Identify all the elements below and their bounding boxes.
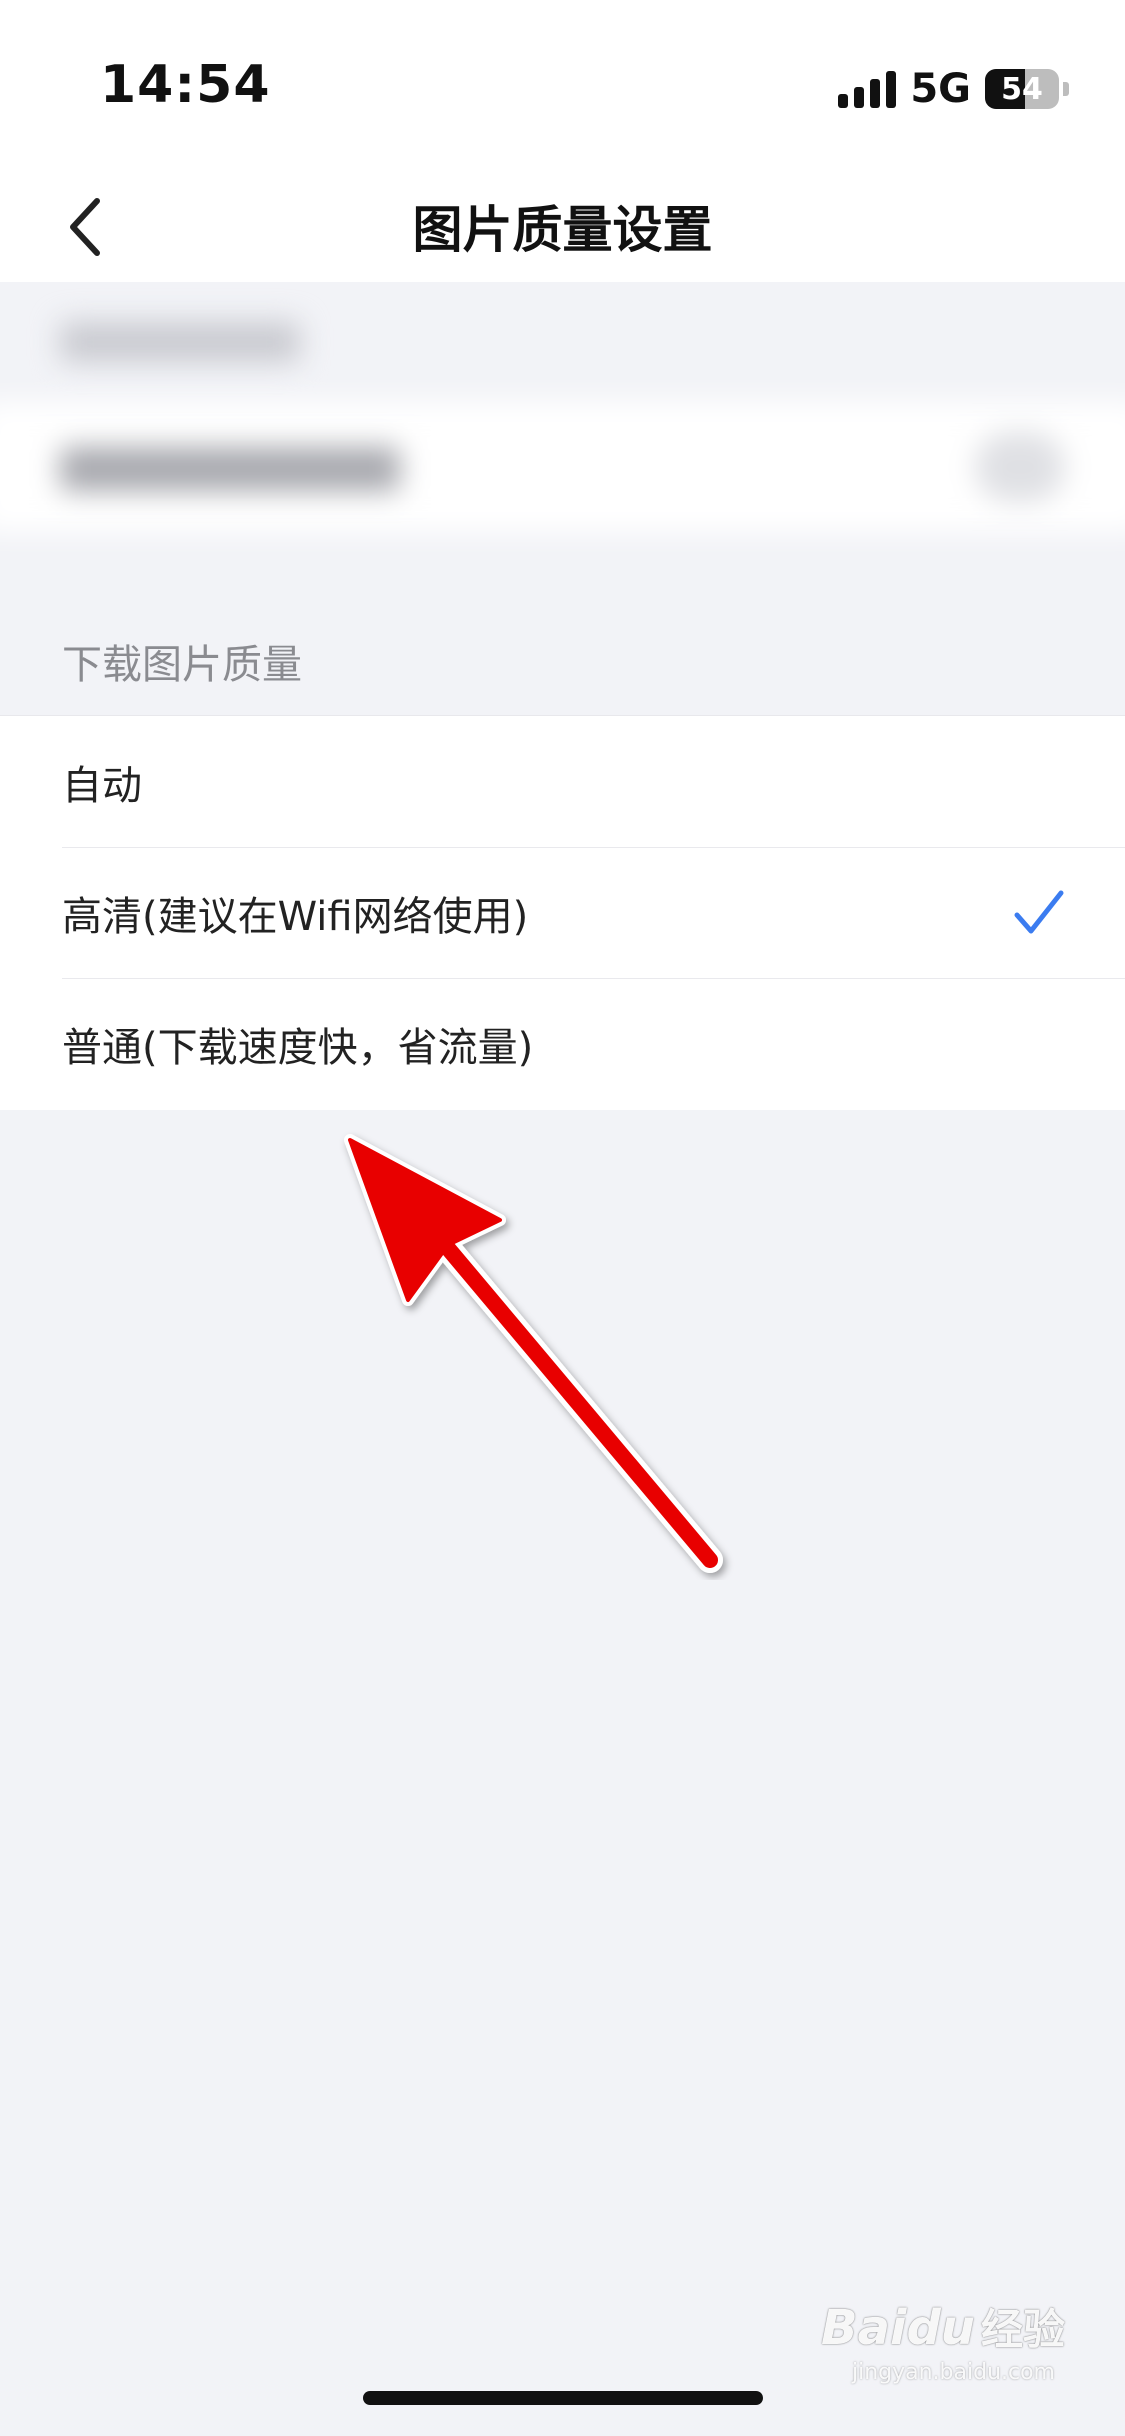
quality-options-list: 自动 高清(建议在Wifi网络使用) 普通(下载速度快，省流量) — [0, 715, 1125, 1110]
blurred-row — [0, 402, 1125, 532]
watermark-brand: Baidu — [821, 2300, 975, 2356]
network-label: 5G — [910, 66, 971, 112]
navigation-bar: 图片质量设置 — [0, 170, 1125, 282]
section-header: 下载图片质量 — [62, 642, 302, 688]
battery-cap — [1063, 82, 1069, 96]
baidu-watermark: Baidu 经验 — [821, 2296, 1065, 2357]
checkmark-icon — [1014, 890, 1064, 934]
status-bar: 14:54 5G 54 — [0, 0, 1125, 170]
page-title: 图片质量设置 — [412, 201, 713, 259]
option-auto[interactable]: 自动 — [0, 716, 1125, 847]
blurred-content — [0, 282, 1125, 562]
blurred-row-text — [60, 447, 400, 491]
blurred-section — [0, 282, 1125, 562]
option-label: 普通(下载速度快，省流量) — [62, 1024, 534, 1071]
status-indicators: 5G 54 — [838, 66, 1069, 112]
annotation-arrow-icon — [344, 1134, 723, 1573]
battery-icon: 54 — [985, 69, 1059, 109]
option-hd[interactable]: 高清(建议在Wifi网络使用) — [0, 847, 1125, 978]
blurred-toggle — [975, 432, 1065, 502]
watermark-sub: 经验 — [980, 2305, 1065, 2354]
battery-level: 54 — [1001, 71, 1043, 107]
signal-icon — [838, 70, 897, 108]
home-indicator[interactable] — [363, 2391, 763, 2405]
blurred-header — [60, 322, 300, 362]
status-time: 14:54 — [100, 55, 271, 115]
option-label: 高清(建议在Wifi网络使用) — [62, 893, 529, 940]
option-label: 自动 — [62, 762, 142, 809]
option-normal[interactable]: 普通(下载速度快，省流量) — [0, 978, 1125, 1109]
watermark-domain: jingyan.baidu.com — [851, 2360, 1055, 2385]
